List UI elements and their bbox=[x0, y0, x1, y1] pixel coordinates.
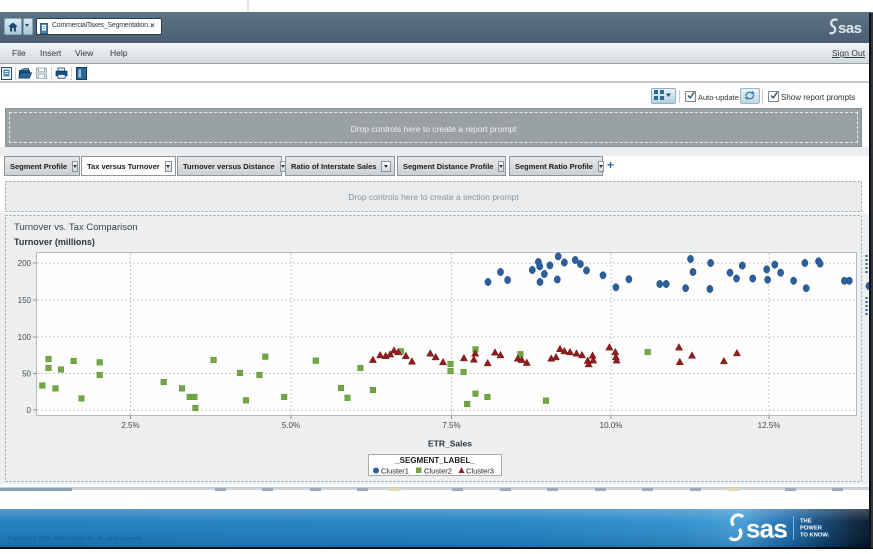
svg-text:THE: THE bbox=[800, 519, 812, 525]
svg-text:Cluster2: Cluster2 bbox=[424, 467, 452, 476]
svg-text:TO KNOW.: TO KNOW. bbox=[800, 533, 830, 539]
svg-text:Turnover (millions): Turnover (millions) bbox=[14, 237, 95, 247]
svg-text:200: 200 bbox=[18, 259, 32, 268]
svg-text:ETR_Sales: ETR_Sales bbox=[428, 439, 472, 449]
svg-text:100: 100 bbox=[18, 333, 32, 342]
svg-text:Cluster3: Cluster3 bbox=[466, 467, 494, 476]
svg-text:sas: sas bbox=[746, 514, 787, 544]
svg-text:50: 50 bbox=[22, 370, 31, 379]
svg-text:POWER: POWER bbox=[800, 526, 823, 532]
svg-text:2.5%: 2.5% bbox=[121, 421, 139, 430]
svg-text:sas: sas bbox=[838, 20, 862, 37]
svg-text:7.5%: 7.5% bbox=[442, 421, 460, 430]
svg-text:_SEGMENT_LABEL_: _SEGMENT_LABEL_ bbox=[394, 456, 475, 465]
svg-text:Turnover vs. Tax Comparison: Turnover vs. Tax Comparison bbox=[14, 222, 138, 233]
svg-text:5.0%: 5.0% bbox=[282, 421, 300, 430]
svg-text:Cluster1: Cluster1 bbox=[381, 467, 409, 476]
svg-text:150: 150 bbox=[18, 296, 32, 305]
svg-text:10.0%: 10.0% bbox=[600, 421, 623, 430]
svg-text:0: 0 bbox=[27, 406, 32, 415]
svg-text:12.5%: 12.5% bbox=[758, 421, 781, 430]
svg-text:Copyright © 2014, SAS Institut: Copyright © 2014, SAS Institute Inc. All… bbox=[8, 535, 143, 542]
